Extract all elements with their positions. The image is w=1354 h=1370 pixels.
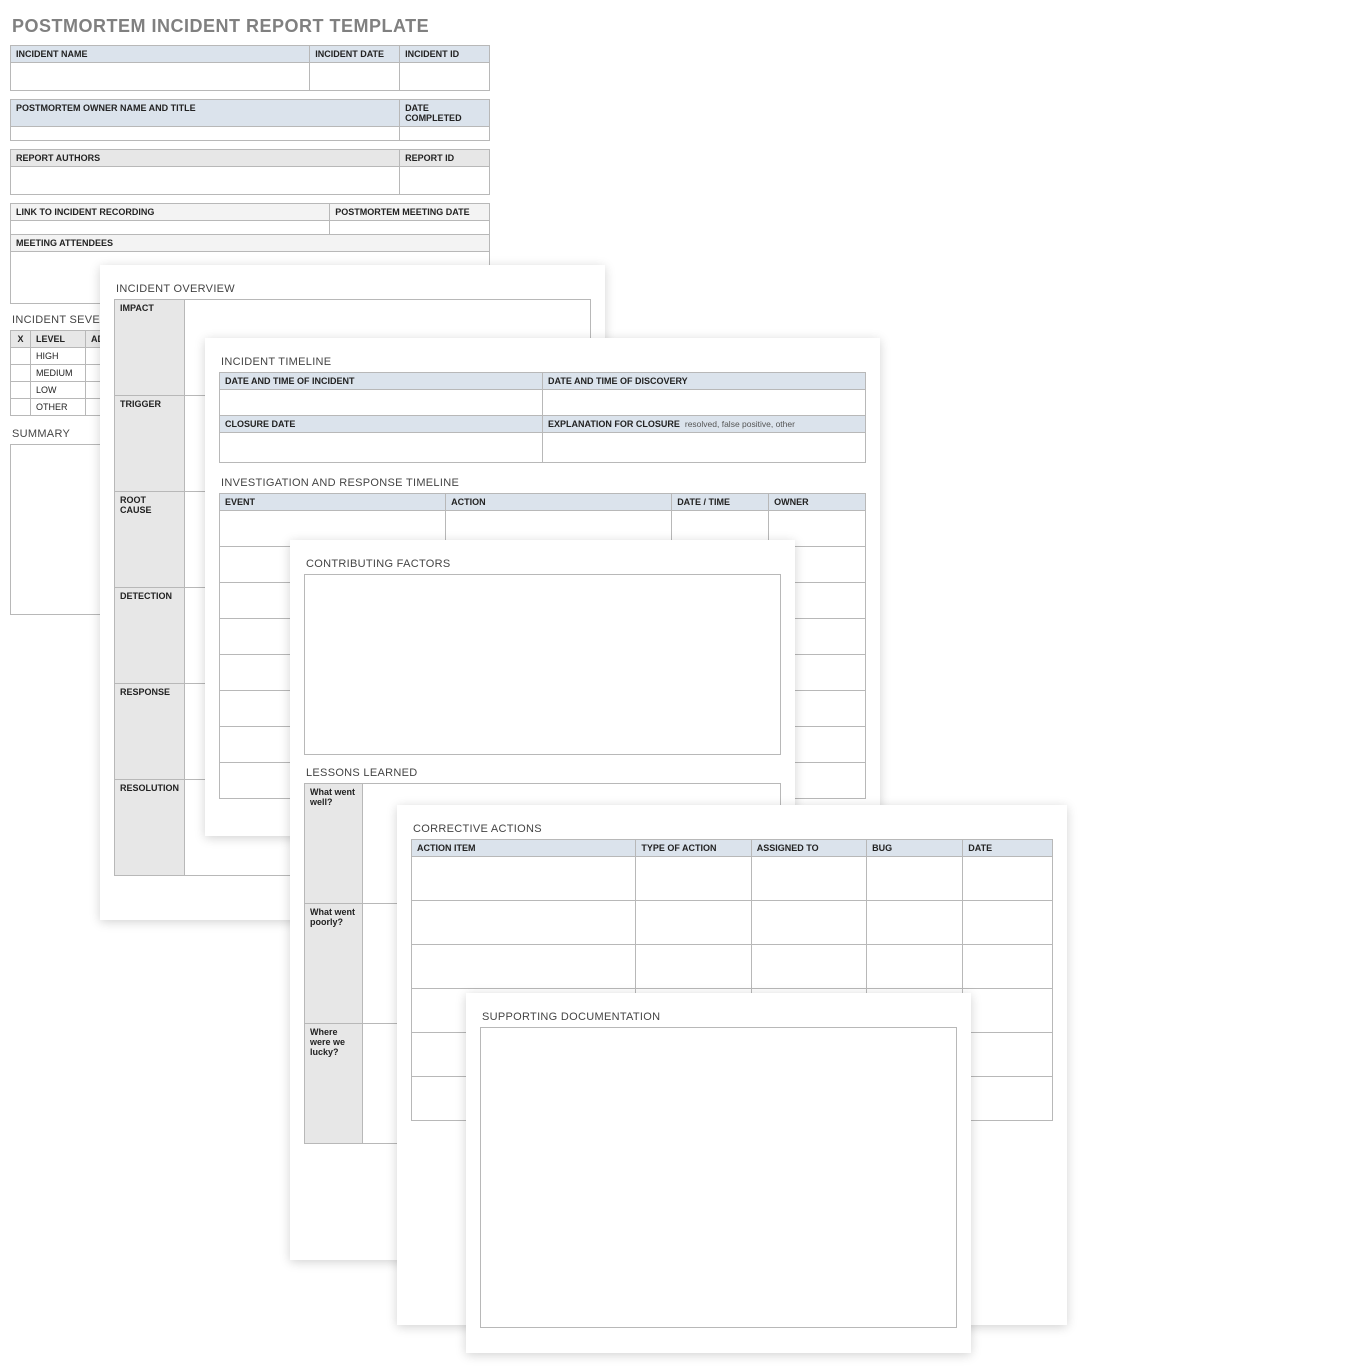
closure-date-header: CLOSURE DATE (220, 416, 543, 433)
col-assigned-to: ASSIGNED TO (751, 840, 866, 857)
incident-date-cell[interactable] (310, 63, 400, 91)
lessons-label: What went poorly? (305, 904, 363, 1024)
timeline-title: INCIDENT TIMELINE (221, 356, 866, 368)
meeting-date-cell[interactable] (330, 221, 490, 235)
overview-label: RESOLUTION (115, 780, 185, 876)
lessons-title: LESSONS LEARNED (306, 767, 781, 779)
col-action: ACTION (446, 494, 672, 511)
overview-label: TRIGGER (115, 396, 185, 492)
severity-level: OTHER (31, 399, 86, 416)
supporting-cell[interactable] (481, 1028, 957, 1328)
col-action-item: ACTION ITEM (412, 840, 636, 857)
closure-expl-cell[interactable] (543, 433, 866, 463)
overview-label: RESPONSE (115, 684, 185, 780)
contributing-table (304, 574, 781, 755)
recording-table: LINK TO INCIDENT RECORDING POSTMORTEM ME… (10, 203, 490, 235)
link-recording-cell[interactable] (11, 221, 330, 235)
overview-label: ROOT CAUSE (115, 492, 185, 588)
supporting-table (480, 1027, 957, 1328)
attendees-header: MEETING ATTENDEES (11, 235, 490, 252)
lessons-label: Where were we lucky? (305, 1024, 363, 1144)
report-authors-header: REPORT AUTHORS (11, 150, 400, 167)
severity-col-level: LEVEL (31, 331, 86, 348)
incident-id-header: INCIDENT ID (400, 46, 490, 63)
report-id-cell[interactable] (400, 167, 490, 195)
incident-name-header: INCIDENT NAME (11, 46, 310, 63)
page-title: POSTMORTEM INCIDENT REPORT TEMPLATE (12, 16, 1344, 37)
overview-label: IMPACT (115, 300, 185, 396)
closure-expl-hint: resolved, false positive, other (685, 419, 795, 429)
severity-col-x: X (11, 331, 31, 348)
supporting-title: SUPPORTING DOCUMENTATION (482, 1011, 957, 1023)
severity-level: LOW (31, 382, 86, 399)
report-authors-cell[interactable] (11, 167, 400, 195)
link-recording-header: LINK TO INCIDENT RECORDING (11, 204, 330, 221)
lessons-label: What went well? (305, 784, 363, 904)
authors-table: REPORT AUTHORS REPORT ID (10, 149, 490, 195)
closure-expl-header: EXPLANATION FOR CLOSURE resolved, false … (543, 416, 866, 433)
sheet-supporting-documentation: SUPPORTING DOCUMENTATION (466, 993, 971, 1353)
meeting-date-header: POSTMORTEM MEETING DATE (330, 204, 490, 221)
report-id-header: REPORT ID (400, 150, 490, 167)
contributing-cell[interactable] (305, 575, 781, 755)
overview-title: INCIDENT OVERVIEW (116, 283, 591, 295)
severity-level: HIGH (31, 348, 86, 365)
overview-label: DETECTION (115, 588, 185, 684)
investigation-title: INVESTIGATION AND RESPONSE TIMELINE (221, 477, 866, 489)
incident-name-cell[interactable] (11, 63, 310, 91)
closure-expl-label: EXPLANATION FOR CLOSURE (548, 419, 680, 429)
dt-discovery-cell[interactable] (543, 390, 866, 416)
severity-level: MEDIUM (31, 365, 86, 382)
incident-id-cell[interactable] (400, 63, 490, 91)
table-row (412, 901, 1053, 945)
col-datetime: DATE / TIME (672, 494, 769, 511)
timeline-top-table: DATE AND TIME OF INCIDENT DATE AND TIME … (219, 372, 866, 463)
owner-table: POSTMORTEM OWNER NAME AND TITLE DATE COM… (10, 99, 490, 141)
dt-incident-header: DATE AND TIME OF INCIDENT (220, 373, 543, 390)
date-completed-cell[interactable] (400, 127, 490, 141)
dt-incident-cell[interactable] (220, 390, 543, 416)
col-event: EVENT (220, 494, 446, 511)
table-row (412, 945, 1053, 989)
owner-name-header: POSTMORTEM OWNER NAME AND TITLE (11, 100, 400, 127)
owner-name-cell[interactable] (11, 127, 400, 141)
date-completed-header: DATE COMPLETED (400, 100, 490, 127)
corrective-title: CORRECTIVE ACTIONS (413, 823, 1053, 835)
col-bug: BUG (867, 840, 963, 857)
incident-date-header: INCIDENT DATE (310, 46, 400, 63)
dt-discovery-header: DATE AND TIME OF DISCOVERY (543, 373, 866, 390)
contributing-title: CONTRIBUTING FACTORS (306, 558, 781, 570)
closure-date-cell[interactable] (220, 433, 543, 463)
table-row (412, 857, 1053, 901)
col-type-action: TYPE OF ACTION (636, 840, 751, 857)
col-owner: OWNER (769, 494, 866, 511)
col-date: DATE (963, 840, 1053, 857)
incident-info-table: INCIDENT NAME INCIDENT DATE INCIDENT ID (10, 45, 490, 91)
